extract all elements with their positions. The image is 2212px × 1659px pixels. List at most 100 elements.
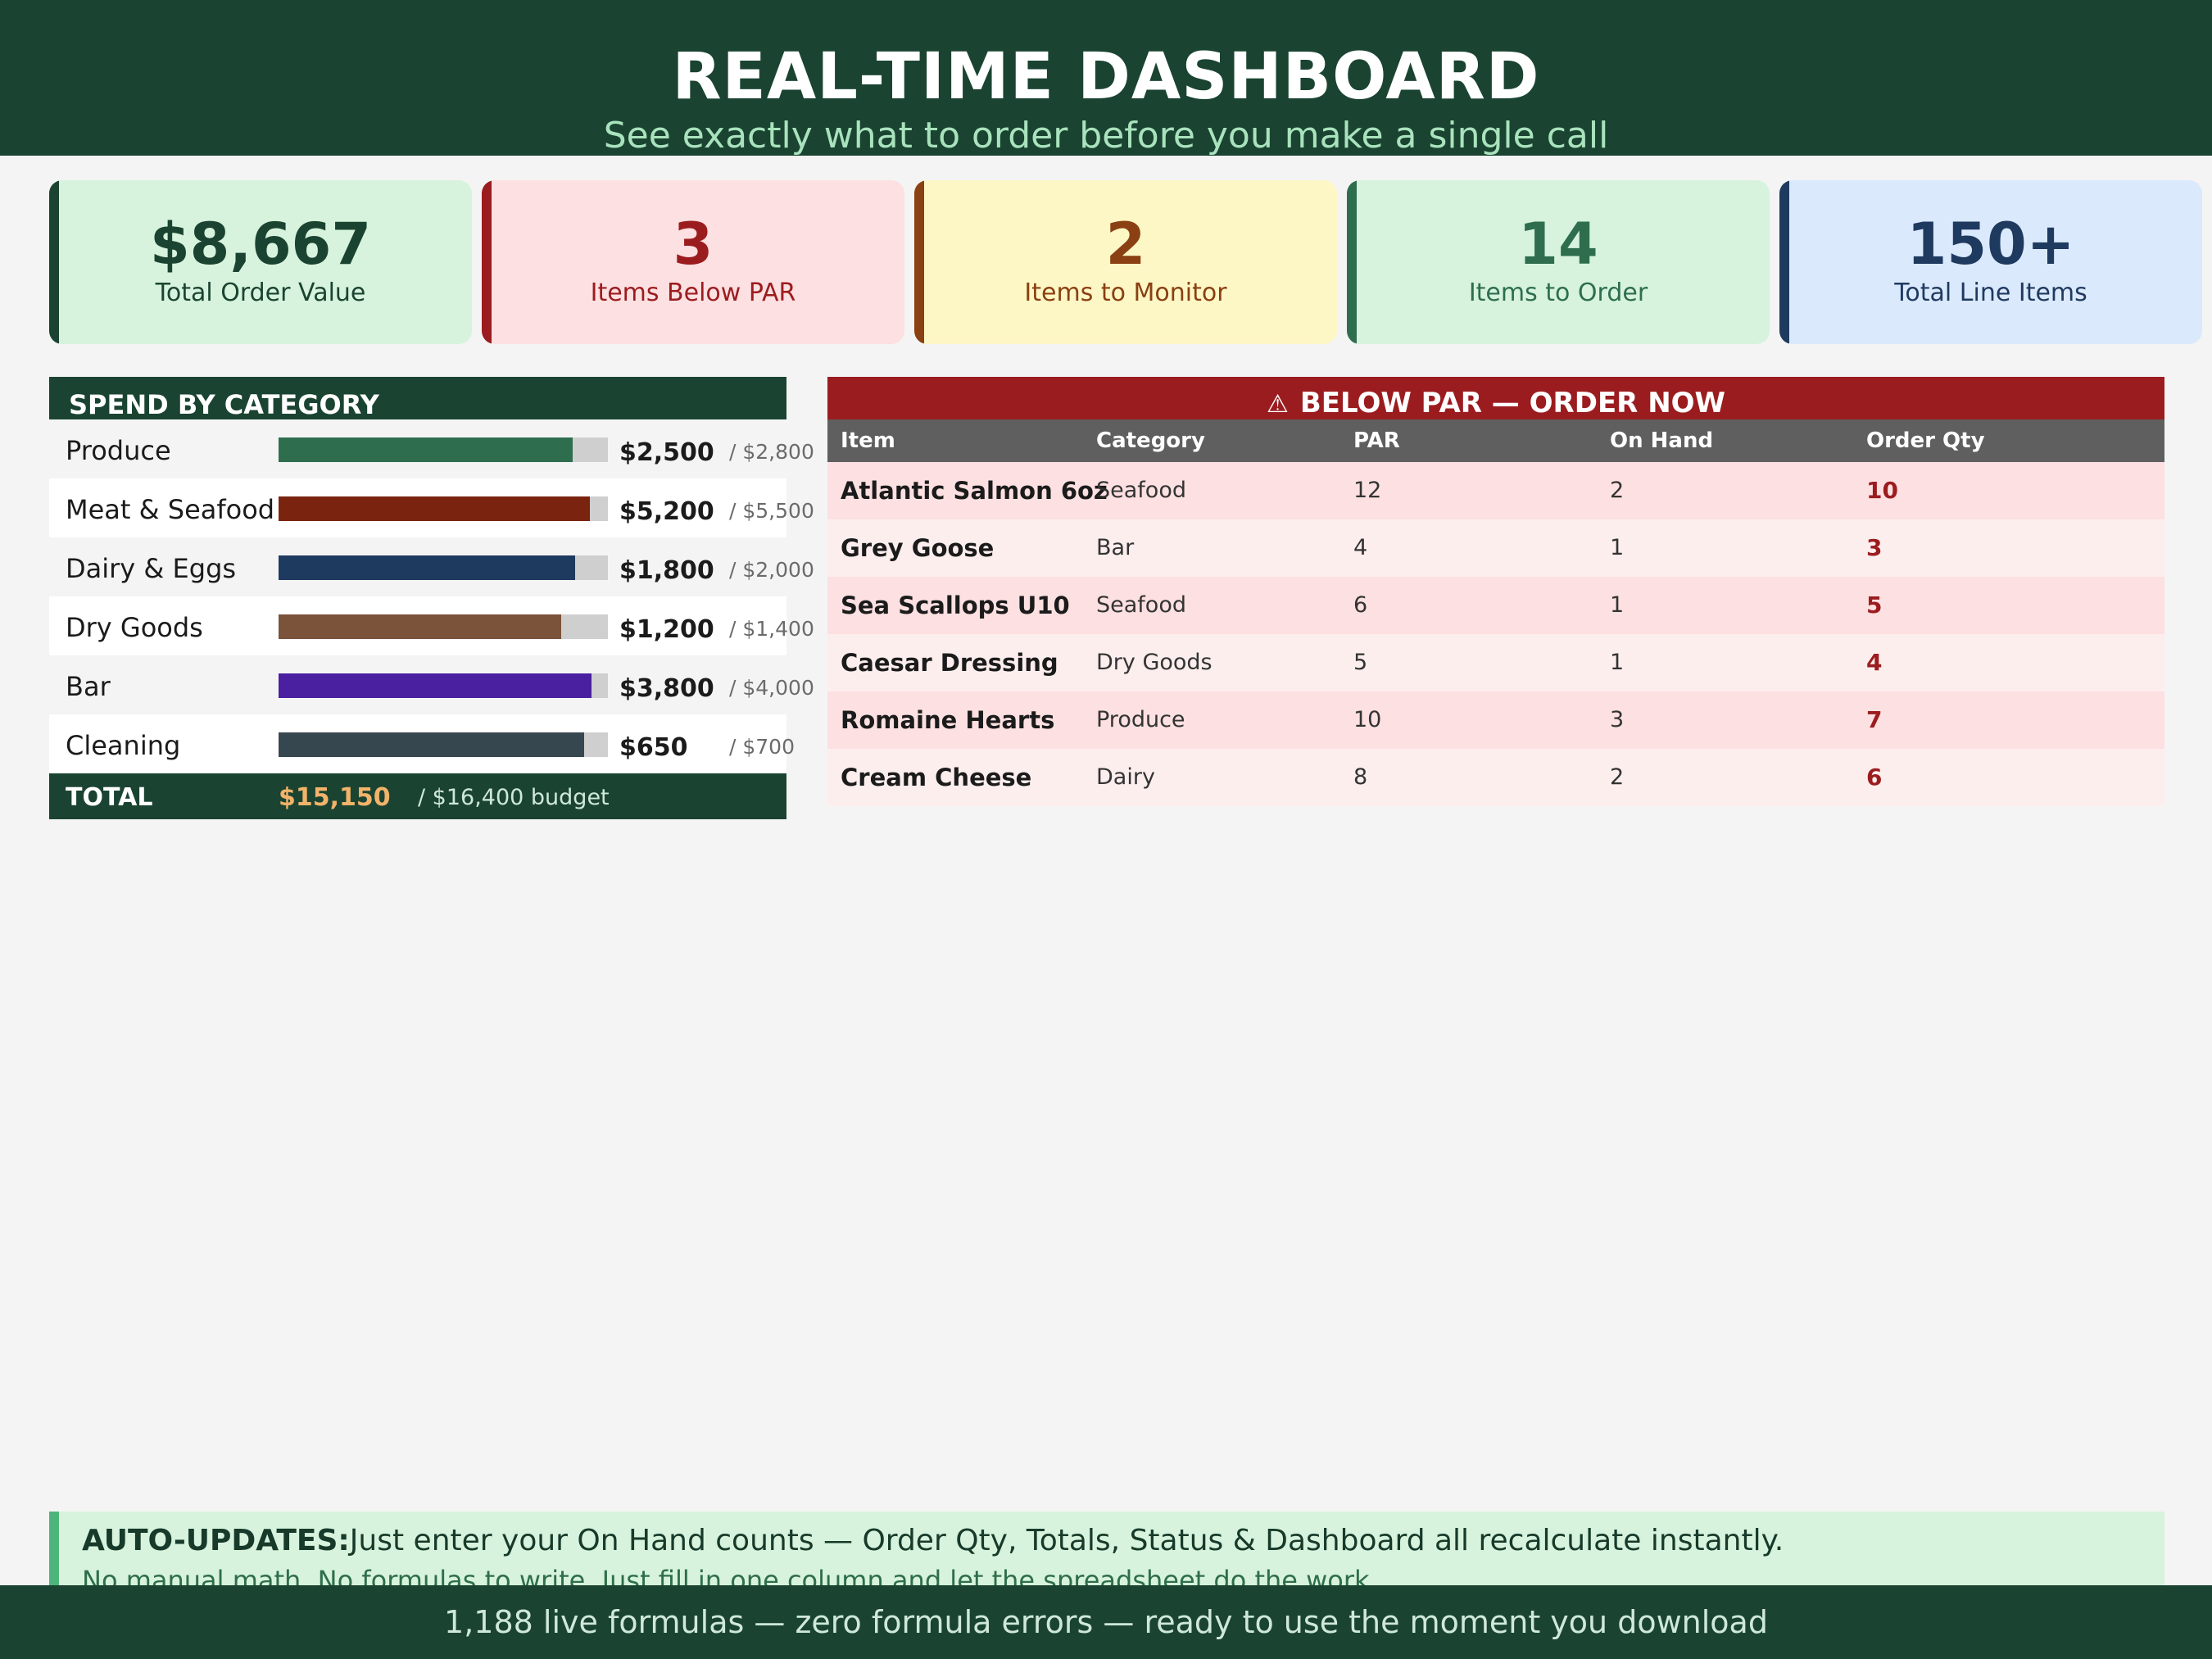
category-row: Produce $2,500 / $2,800 [49, 419, 814, 478]
cell-item: Grey Goose [841, 534, 995, 562]
cell-par: 6 [1353, 592, 1368, 618]
cell-item: Romaine Hearts [841, 706, 1055, 734]
table-row: Cream Cheese Dairy 8 2 6 [827, 749, 2164, 806]
category-amount: $1,800 [619, 556, 714, 585]
warning-icon: ⚠ [1266, 390, 1289, 419]
category-name: Produce [66, 435, 171, 466]
category-bar-fill [279, 614, 561, 639]
category-bar-track [279, 555, 608, 580]
category-row: Dairy & Eggs $1,800 / $2,000 [49, 537, 814, 596]
column-header-category: Category [1096, 428, 1205, 453]
total-budget: / $16,400 budget [418, 785, 610, 810]
cell-on-hand: 1 [1610, 592, 1625, 618]
table-header: Item Category PAR On Hand Order Qty [827, 419, 2164, 462]
banner-accent-bar [49, 1512, 59, 1593]
column-header-order-qty: Order Qty [1866, 428, 1985, 453]
auto-updates-label: AUTO-UPDATES: [82, 1524, 350, 1557]
kpi-card-items-below-par: 3 Items Below PAR [482, 180, 904, 344]
kpi-card-total-order-value: $8,667 Total Order Value [49, 180, 472, 344]
kpi-value: 14 [1518, 211, 1598, 278]
table-row: Grey Goose Bar 4 1 3 [827, 519, 2164, 577]
table-row: Romaine Hearts Produce 10 3 7 [827, 691, 2164, 749]
category-name: Dry Goods [66, 612, 203, 643]
category-row: Meat & Seafood $5,200 / $5,500 [49, 478, 814, 537]
cell-category: Seafood [1096, 478, 1186, 503]
kpi-card-items-to-order: 14 Items to Order [1347, 180, 1770, 344]
auto-updates-text: Just enter your On Hand counts — Order Q… [349, 1524, 1784, 1557]
cell-on-hand: 2 [1610, 478, 1625, 503]
cell-item: Sea Scallops U10 [841, 592, 1070, 619]
cell-par: 4 [1353, 535, 1368, 560]
cell-par: 8 [1353, 764, 1368, 790]
kpi-value: 2 [1105, 211, 1146, 278]
kpi-value: 3 [673, 211, 714, 278]
kpi-card-total-line-items: 150+ Total Line Items [1779, 180, 2202, 344]
category-amount: $1,200 [619, 615, 714, 644]
below-par-title: BELOW PAR — ORDER NOW [1299, 387, 1726, 419]
kpi-value: 150+ [1906, 211, 2075, 278]
category-bar-track [279, 673, 608, 698]
page-title: REAL-TIME DASHBOARD [672, 40, 1540, 114]
cell-item: Atlantic Salmon 6oz [841, 477, 1108, 505]
cell-order-qty: 6 [1866, 764, 1883, 791]
category-budget: / $4,000 [729, 676, 814, 700]
category-bar-track [279, 437, 608, 462]
column-header-item: Item [841, 428, 895, 453]
category-budget: / $700 [729, 735, 795, 759]
dashboard-header: REAL-TIME DASHBOARD See exactly what to … [0, 0, 2212, 156]
category-name: Bar [66, 671, 111, 702]
cell-category: Seafood [1096, 592, 1186, 618]
cell-on-hand: 2 [1610, 764, 1625, 790]
category-bar-fill [279, 437, 573, 462]
category-budget: / $2,000 [729, 558, 814, 582]
cell-order-qty: 4 [1866, 649, 1883, 676]
spend-panel-title: SPEND BY CATEGORY [49, 377, 786, 420]
category-amount: $650 [619, 733, 688, 762]
cell-on-hand: 3 [1610, 707, 1625, 732]
cell-order-qty: 7 [1866, 706, 1883, 733]
cell-on-hand: 1 [1610, 535, 1625, 560]
cell-order-qty: 10 [1866, 477, 1898, 504]
kpi-label: Total Line Items [1894, 279, 2087, 307]
category-budget: / $2,800 [729, 440, 814, 464]
category-amount: $3,800 [619, 674, 714, 703]
category-bar-track [279, 732, 608, 757]
category-budget: / $1,400 [729, 617, 814, 641]
category-amount: $2,500 [619, 438, 714, 467]
kpi-label: Items to Order [1468, 279, 1648, 307]
category-bar-fill [279, 555, 575, 580]
footer-banner: 1,188 live formulas — zero formula error… [0, 1585, 2212, 1659]
kpi-label: Items to Monitor [1024, 279, 1227, 307]
cell-par: 12 [1353, 478, 1382, 503]
cell-item: Cream Cheese [841, 764, 1032, 791]
below-par-title-bar: ⚠ BELOW PAR — ORDER NOW [827, 377, 2164, 419]
cell-category: Dairy [1096, 764, 1155, 790]
spend-by-category-panel: SPEND BY CATEGORY Produce $2,500 / $2,80… [49, 377, 814, 819]
category-bar-track [279, 614, 608, 639]
category-bar-fill [279, 496, 590, 521]
auto-updates-banner: AUTO-UPDATES:Just enter your On Hand cou… [49, 1512, 2164, 1593]
below-par-panel: ⚠ BELOW PAR — ORDER NOW Item Category PAR… [827, 377, 2164, 806]
cell-par: 10 [1353, 707, 1382, 732]
cell-item: Caesar Dressing [841, 649, 1058, 677]
category-amount: $5,200 [619, 497, 714, 526]
table-row: Caesar Dressing Dry Goods 5 1 4 [827, 634, 2164, 691]
total-label: TOTAL [66, 783, 153, 812]
total-amount: $15,150 [279, 783, 391, 812]
category-bar-fill [279, 732, 585, 757]
page-subtitle: See exactly what to order before you mak… [603, 115, 1609, 156]
category-row: Bar $3,800 / $4,000 [49, 655, 814, 714]
category-row: Cleaning $650 / $700 [49, 714, 795, 773]
category-name: Dairy & Eggs [66, 553, 237, 584]
category-row: Dry Goods $1,200 / $1,400 [49, 596, 814, 655]
cell-on-hand: 1 [1610, 650, 1625, 675]
category-name: Cleaning [66, 730, 181, 761]
spend-total-row: TOTAL $15,150 / $16,400 budget [49, 773, 786, 819]
kpi-label: Items Below PAR [590, 279, 796, 307]
category-bar-track [279, 496, 608, 521]
cell-category: Produce [1096, 707, 1185, 732]
kpi-value: $8,667 [149, 211, 372, 278]
kpi-label: Total Order Value [155, 279, 366, 307]
cell-order-qty: 3 [1866, 534, 1883, 561]
auto-updates-line: AUTO-UPDATES:Just enter your On Hand cou… [82, 1523, 1784, 1559]
